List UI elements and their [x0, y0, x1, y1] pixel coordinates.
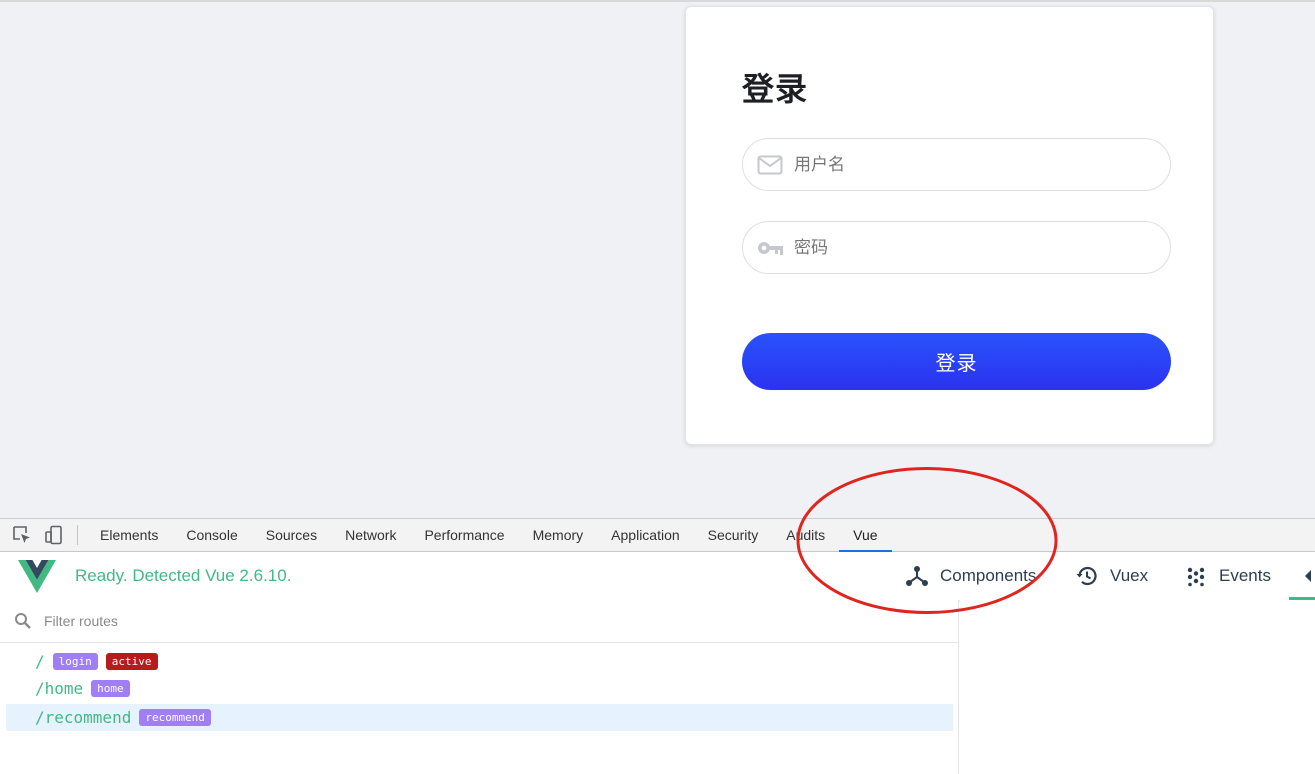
envelope-icon — [756, 153, 784, 177]
vue-devtools-header: Ready. Detected Vue 2.6.10. Components V… — [0, 552, 1315, 600]
route-details-pane — [960, 600, 1315, 774]
route-path: /home — [35, 679, 84, 698]
login-button[interactable]: 登录 — [742, 333, 1171, 390]
tab-performance[interactable]: Performance — [410, 519, 518, 552]
dots-icon — [1184, 564, 1208, 588]
filter-bar — [0, 600, 959, 643]
password-input[interactable] — [794, 237, 1154, 258]
devtools-panel: Elements Console Sources Network Perform… — [0, 518, 1315, 774]
key-icon — [756, 236, 784, 260]
tab-application[interactable]: Application — [597, 519, 694, 552]
nav-vuex[interactable]: Vuex — [1075, 552, 1148, 600]
route-row-selected[interactable]: /recommend recommend — [6, 704, 953, 731]
active-tag: active — [105, 653, 158, 670]
route-path: / — [35, 652, 45, 671]
login-title: 登录 — [742, 70, 809, 108]
username-input[interactable] — [794, 154, 1154, 175]
toolbar-divider — [77, 525, 78, 545]
search-icon — [15, 613, 31, 629]
nav-events-label: Events — [1219, 566, 1271, 585]
tab-vue[interactable]: Vue — [839, 519, 892, 552]
nav-components[interactable]: Components — [905, 552, 1036, 600]
route-name-tag: login — [52, 653, 98, 670]
login-card: 登录 登录 — [685, 6, 1214, 445]
password-field[interactable] — [742, 221, 1171, 274]
route-name-tag: home — [91, 680, 130, 697]
tab-audits[interactable]: Audits — [772, 519, 839, 552]
route-name-tag: recommend — [139, 709, 211, 726]
devtools-tabbar: Elements Console Sources Network Perform… — [0, 518, 1315, 552]
chevron-left-icon — [1305, 570, 1311, 582]
tab-memory[interactable]: Memory — [519, 519, 598, 552]
device-toolbar-icon[interactable] — [43, 524, 65, 546]
nav-events[interactable]: Events — [1184, 552, 1271, 600]
route-path: /recommend — [35, 708, 132, 727]
tab-network[interactable]: Network — [331, 519, 410, 552]
tab-sources[interactable]: Sources — [252, 519, 331, 552]
history-icon — [1075, 564, 1099, 588]
routes-pane: / login active /home home /recommend rec… — [0, 600, 959, 774]
tab-security[interactable]: Security — [694, 519, 773, 552]
nav-more[interactable] — [1303, 552, 1315, 600]
tab-elements[interactable]: Elements — [86, 519, 172, 552]
route-row[interactable]: / login active — [6, 648, 953, 675]
vue-status-text: Ready. Detected Vue 2.6.10. — [75, 566, 292, 585]
nav-components-label: Components — [940, 566, 1037, 585]
inspect-element-icon[interactable] — [11, 524, 33, 546]
tree-icon — [905, 564, 929, 588]
nav-vuex-label: Vuex — [1110, 566, 1149, 585]
filter-routes-input[interactable] — [44, 613, 444, 629]
username-field[interactable] — [742, 138, 1171, 191]
page-viewport: 登录 登录 — [0, 0, 1315, 518]
route-row[interactable]: /home home — [6, 675, 953, 702]
vue-logo-icon — [18, 559, 56, 593]
tab-console[interactable]: Console — [172, 519, 251, 552]
